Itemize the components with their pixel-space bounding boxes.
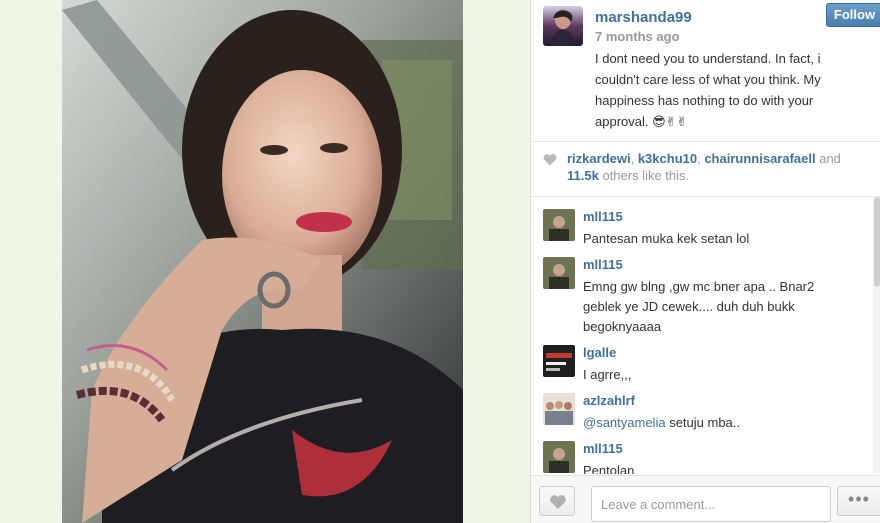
- owner-avatar[interactable]: [543, 6, 583, 46]
- owner-username[interactable]: marshanda99: [595, 9, 692, 26]
- likes-and: and: [815, 151, 841, 166]
- divider: [531, 141, 880, 142]
- likes-count[interactable]: 11.5k: [567, 168, 599, 183]
- heart-icon: [543, 154, 557, 166]
- more-options-button[interactable]: •••: [837, 486, 880, 516]
- scrollbar-thumb[interactable]: [874, 197, 880, 287]
- follow-button[interactable]: Follow: [826, 3, 880, 27]
- commenter-avatar[interactable]: [543, 345, 575, 377]
- ellipsis-icon: •••: [848, 489, 870, 509]
- commenter-username[interactable]: mll115: [583, 257, 623, 272]
- liker-link[interactable]: rizkardewi: [567, 151, 631, 166]
- post-details-panel: marshanda99 7 months ago Follow I dont n…: [530, 0, 880, 523]
- commenter-username[interactable]: azlzahlrf: [583, 393, 635, 408]
- commenter-username[interactable]: mll115: [583, 441, 623, 456]
- mention-link[interactable]: @santyamelia: [583, 415, 666, 430]
- comment-body: setuju mba..: [665, 415, 741, 430]
- post-caption: I dont need you to understand. In fact, …: [595, 51, 821, 129]
- commenter-username[interactable]: mll115: [583, 209, 623, 224]
- commenter-avatar[interactable]: [543, 209, 575, 241]
- comment-input[interactable]: [591, 486, 831, 522]
- likes-suffix: others like this.: [598, 168, 690, 183]
- likes-text: rizkardewi, k3kchu10, chairunnisarafaell…: [567, 150, 872, 184]
- commenter-avatar[interactable]: [543, 441, 575, 473]
- like-button[interactable]: [539, 486, 575, 516]
- commenter-avatar[interactable]: [543, 393, 575, 425]
- likes-separator: ,: [630, 151, 638, 166]
- liker-link[interactable]: k3kchu10: [638, 151, 697, 166]
- comment-text: Pentolan: [583, 463, 635, 474]
- comment-text: Emng gw blng ,gw mc bner apa .. Bnar2 ge…: [583, 279, 815, 334]
- comment-footer: •••: [531, 475, 880, 523]
- comments-scrollbar[interactable]: [873, 197, 880, 474]
- heart-icon: [550, 495, 566, 509]
- commenter-username[interactable]: lgalle: [583, 345, 616, 360]
- comment-text: Pantesan muka kek setan lol: [583, 231, 750, 246]
- comment-text: @santyamelia setuju mba..: [583, 413, 853, 433]
- liker-link[interactable]: chairunnisarafaell: [704, 151, 815, 166]
- post-photo[interactable]: [62, 0, 463, 523]
- commenter-avatar[interactable]: [543, 257, 575, 289]
- post-timestamp: 7 months ago: [595, 29, 680, 44]
- comment-text: I agrre,,,: [583, 367, 632, 382]
- comments-list: mll115 Pantesan muka kek setan lol mll11…: [531, 197, 880, 474]
- photo-illustration: [62, 0, 463, 523]
